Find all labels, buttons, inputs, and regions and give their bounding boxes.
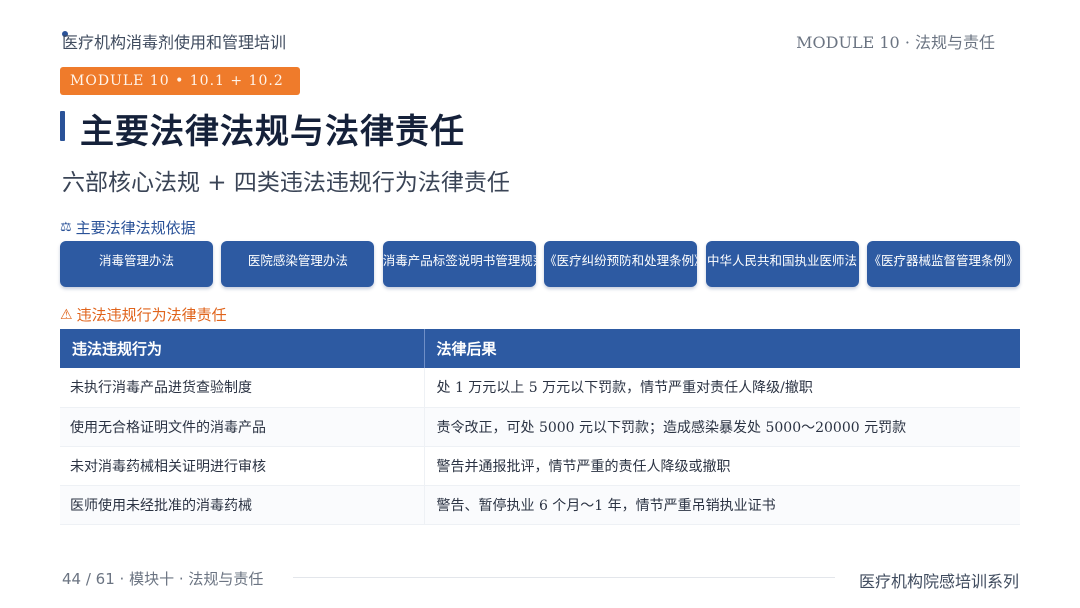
law-card: 中华人民共和国执业医师法 xyxy=(705,241,859,287)
warning-icon: ⚠ xyxy=(60,306,73,323)
table-header-row: 违法违规行为 法律后果 xyxy=(60,329,1020,368)
violations-section-label: 违法违规行为法律责任 xyxy=(76,306,227,324)
module-label: MODULE 10 · 法规与责任 xyxy=(796,33,995,52)
module-badge: MODULE 10 • 10.1 + 10.2 xyxy=(60,67,300,95)
page-subtitle: 六部核心法规 + 四类违法违规行为法律责任 xyxy=(62,170,510,196)
table-row: 使用无合格证明文件的消毒产品 责令改正，可处 5000 元以下罚款；造成感染暴发… xyxy=(60,407,1020,447)
laws-section-heading: ⚖ 主要法律法规依据 xyxy=(60,217,196,238)
violation-cell: 使用无合格证明文件的消毒产品 xyxy=(60,407,425,447)
consequence-cell: 责令改正，可处 5000 元以下罚款；造成感染暴发处 5000～20000 元罚… xyxy=(424,407,1020,447)
title-accent-bar xyxy=(60,111,65,141)
violation-cell: 医师使用未经批准的消毒药械 xyxy=(60,485,425,525)
consequence-cell: 警告并通报批评，情节严重的责任人降级或撤职 xyxy=(424,446,1020,486)
course-title: 医疗机构消毒剂使用和管理培训 xyxy=(62,33,287,52)
footer-divider xyxy=(293,577,835,578)
law-card: 消毒产品标签说明书管理规范 xyxy=(382,241,536,287)
violations-section-heading: ⚠ 违法违规行为法律责任 xyxy=(60,304,227,325)
consequence-cell: 警告、暂停执业 6 个月～1 年，情节严重吊销执业证书 xyxy=(424,485,1020,525)
table-row: 未执行消毒产品进货查验制度 处 1 万元以上 5 万元以下罚款，情节严重对责任人… xyxy=(60,368,1020,408)
table-row: 未对消毒药械相关证明进行审核 警告并通报批评，情节严重的责任人降级或撤职 xyxy=(60,446,1020,486)
scale-icon: ⚖ xyxy=(60,220,72,235)
page-title: 主要法律法规与法律责任 xyxy=(80,112,465,152)
footer-page-info: 44 / 61 · 模块十 · 法规与责任 xyxy=(62,570,264,588)
law-cards: 消毒管理办法 医院感染管理办法 消毒产品标签说明书管理规范 《医疗纠纷预防和处理… xyxy=(60,241,1020,287)
law-card: 《医疗器械监督管理条例》 xyxy=(866,241,1020,287)
law-card: 《医疗纠纷预防和处理条例》 xyxy=(544,241,698,287)
laws-section-label: 主要法律法规依据 xyxy=(75,219,196,237)
column-header: 法律后果 xyxy=(424,329,1020,368)
law-card: 消毒管理办法 xyxy=(60,241,213,287)
violation-cell: 未对消毒药械相关证明进行审核 xyxy=(60,446,425,486)
footer-series: 医疗机构院感培训系列 xyxy=(858,572,1019,591)
table-row: 医师使用未经批准的消毒药械 警告、暂停执业 6 个月～1 年，情节严重吊销执业证… xyxy=(60,485,1020,525)
violations-table: 违法违规行为 法律后果 未执行消毒产品进货查验制度 处 1 万元以上 5 万元以… xyxy=(60,329,1020,525)
law-card: 医院感染管理办法 xyxy=(221,241,375,287)
consequence-cell: 处 1 万元以上 5 万元以下罚款，情节严重对责任人降级/撤职 xyxy=(424,368,1020,408)
violation-cell: 未执行消毒产品进货查验制度 xyxy=(60,368,425,408)
column-header: 违法违规行为 xyxy=(60,329,425,368)
